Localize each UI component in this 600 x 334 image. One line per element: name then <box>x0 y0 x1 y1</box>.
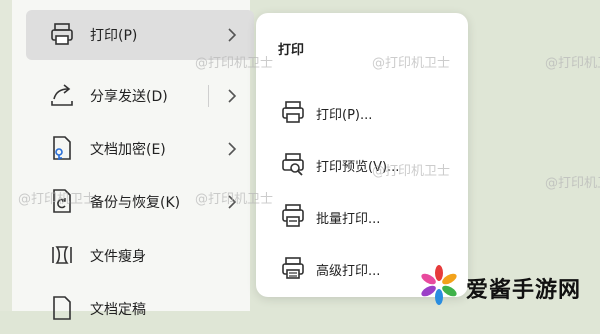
chevron-right-icon <box>228 142 237 156</box>
menu-item-share[interactable]: 分享发送(D) <box>26 71 254 121</box>
batch-print-icon <box>282 204 304 227</box>
print-preview-icon <box>282 153 304 176</box>
submenu-item-print[interactable]: 打印(P)... <box>268 93 456 133</box>
chevron-right-icon <box>228 89 237 103</box>
submenu-item-label: 批量打印... <box>316 212 381 227</box>
watermark: @打印机卫士 <box>545 56 600 71</box>
file-menu: 打印(P) 分享发送(D) 文档加密(E) 备份与恢复(K) 文件瘦身 文档定稿 <box>12 0 254 320</box>
menu-separator <box>208 85 209 107</box>
logo-text: 爱酱手游网 <box>466 278 582 303</box>
menu-item-label: 打印(P) <box>90 28 138 44</box>
submenu-item-batch-print[interactable]: 批量打印... <box>268 197 456 237</box>
watermark: @打印机卫士 <box>372 164 451 179</box>
watermark: @打印机卫士 <box>195 56 274 71</box>
flower-logo-icon <box>421 265 457 305</box>
site-logo: 爱酱手游网 <box>418 262 596 308</box>
menu-item-encrypt[interactable]: 文档加密(E) <box>26 124 254 174</box>
menu-item-label: 文档定稿 <box>90 302 146 318</box>
watermark: @打印机卫士 <box>372 56 451 71</box>
document-finalize-icon <box>53 296 71 320</box>
menu-item-label: 备份与恢复(K) <box>90 195 181 211</box>
menu-item-slim[interactable]: 文件瘦身 <box>26 231 254 281</box>
printer-icon <box>51 23 73 45</box>
menu-item-finalize[interactable]: 文档定稿 <box>26 284 254 334</box>
watermark: @打印机卫士 <box>18 192 97 207</box>
menu-item-label: 文件瘦身 <box>90 249 146 265</box>
document-lock-icon <box>53 136 71 160</box>
file-slim-icon <box>52 246 72 264</box>
share-icon <box>51 84 73 106</box>
watermark: @打印机卫士 <box>545 176 600 191</box>
watermark: @打印机卫士 <box>195 192 274 207</box>
submenu-item-label: 打印(P)... <box>316 108 373 123</box>
advanced-print-icon <box>282 257 304 279</box>
menu-item-label: 分享发送(D) <box>90 89 168 105</box>
chevron-right-icon <box>228 28 237 42</box>
menu-item-label: 文档加密(E) <box>90 142 166 158</box>
submenu-title: 打印 <box>278 43 305 58</box>
submenu-item-label: 高级打印... <box>316 264 381 279</box>
printer-icon <box>282 101 304 123</box>
